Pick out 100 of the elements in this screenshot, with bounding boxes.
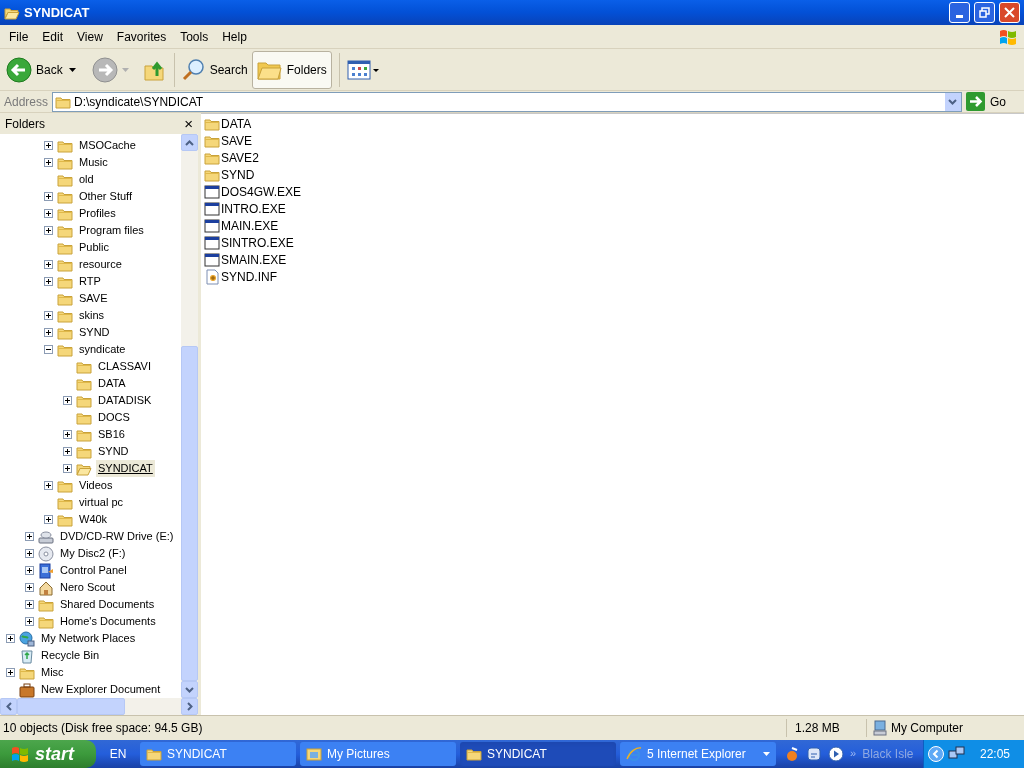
- close-button[interactable]: [999, 2, 1020, 23]
- expand-toggle[interactable]: [25, 532, 34, 541]
- expand-toggle[interactable]: [44, 260, 53, 269]
- file-name[interactable]: MAIN.EXE: [221, 216, 279, 235]
- tree-item[interactable]: syndicate: [77, 341, 128, 358]
- expand-toggle[interactable]: [44, 277, 53, 286]
- taskbar-button[interactable]: My Pictures: [300, 742, 456, 766]
- back-button[interactable]: Back: [6, 56, 65, 83]
- language-indicator[interactable]: EN: [96, 745, 140, 763]
- address-field[interactable]: D:\syndicate\SYNDICAT: [52, 91, 962, 112]
- tree-item[interactable]: Home's Documents: [58, 613, 158, 630]
- file-name[interactable]: SYND: [221, 165, 255, 184]
- menu-item[interactable]: File: [2, 27, 36, 46]
- tree-item[interactable]: DATADISK: [96, 392, 154, 409]
- tree-item[interactable]: RTP: [77, 273, 103, 290]
- views-button[interactable]: [346, 58, 379, 81]
- expand-toggle[interactable]: [63, 396, 72, 405]
- tree-item[interactable]: Control Panel: [58, 562, 129, 579]
- tree-item[interactable]: SYND: [96, 443, 131, 460]
- expand-toggle[interactable]: [63, 447, 72, 456]
- expand-toggle[interactable]: [44, 141, 53, 150]
- search-button[interactable]: Search: [181, 57, 248, 82]
- tree-item[interactable]: My Network Places: [39, 630, 138, 647]
- tree-item[interactable]: old: [77, 171, 96, 188]
- expand-toggle[interactable]: [44, 328, 53, 337]
- file-name[interactable]: INTRO.EXE: [221, 199, 286, 218]
- expand-toggle[interactable]: [25, 549, 34, 558]
- tree-item[interactable]: skins: [77, 307, 107, 324]
- tree-item[interactable]: Public: [77, 239, 111, 256]
- tree-item[interactable]: virtual pc: [77, 494, 126, 511]
- tree-item[interactable]: My Disc2 (F:): [58, 545, 128, 562]
- expand-toggle[interactable]: [44, 192, 53, 201]
- expand-toggle[interactable]: [63, 464, 72, 473]
- expand-toggle[interactable]: [63, 430, 72, 439]
- file-name[interactable]: SMAIN.EXE: [221, 250, 287, 269]
- tree-item[interactable]: W40k: [77, 511, 110, 528]
- chevron-left-icon[interactable]: [927, 746, 944, 762]
- file-name[interactable]: SAVE2: [221, 148, 259, 167]
- expand-toggle[interactable]: [44, 209, 53, 218]
- tree-item[interactable]: Other Stuff: [77, 188, 134, 205]
- tree-item[interactable]: Recycle Bin: [39, 647, 102, 664]
- expand-toggle[interactable]: [44, 226, 53, 235]
- tree-item[interactable]: SB16: [96, 426, 127, 443]
- file-name[interactable]: SINTRO.EXE: [221, 233, 294, 252]
- folders-button[interactable]: Folders: [251, 50, 332, 89]
- taskbar-button[interactable]: SYNDICAT: [140, 742, 296, 766]
- close-pane-button[interactable]: ×: [184, 116, 193, 131]
- tree-item[interactable]: New Explorer Document: [39, 681, 163, 698]
- media-player-icon[interactable]: [784, 746, 800, 762]
- horizontal-scrollbar[interactable]: [0, 698, 198, 715]
- minimize-button[interactable]: [949, 2, 970, 23]
- expand-toggle[interactable]: [44, 158, 53, 167]
- taskbar-button[interactable]: SYNDICAT: [460, 742, 616, 766]
- dropdown-arrow-icon[interactable]: [68, 67, 76, 72]
- address-dropdown-button[interactable]: [945, 92, 961, 111]
- tree-item[interactable]: Shared Documents: [58, 596, 157, 613]
- expand-toggle[interactable]: [44, 481, 53, 490]
- menu-item[interactable]: Edit: [35, 27, 71, 46]
- tree-item[interactable]: resource: [77, 256, 124, 273]
- play-icon[interactable]: [828, 746, 844, 762]
- file-name[interactable]: SYND.INF: [221, 267, 277, 286]
- menu-item[interactable]: Help: [215, 27, 254, 46]
- tree-item[interactable]: Profiles: [77, 205, 118, 222]
- forward-button[interactable]: [91, 56, 118, 83]
- tree-item[interactable]: Nero Scout: [58, 579, 118, 596]
- tree-item[interactable]: Misc: [39, 664, 66, 681]
- expand-toggle[interactable]: [25, 583, 34, 592]
- go-button[interactable]: Go: [966, 92, 1020, 111]
- file-name[interactable]: DATA: [221, 114, 252, 133]
- tree-item[interactable]: SYND: [77, 324, 112, 341]
- tree-item[interactable]: DVD/CD-RW Drive (E:): [58, 528, 176, 545]
- expand-toggle[interactable]: [6, 668, 15, 677]
- expand-toggle[interactable]: [25, 617, 34, 626]
- tree-item[interactable]: MSOCache: [77, 137, 138, 154]
- tree-item[interactable]: Program files: [77, 222, 146, 239]
- restore-button[interactable]: [974, 2, 995, 23]
- file-name[interactable]: DOS4GW.EXE: [221, 182, 302, 201]
- expand-toggle[interactable]: [6, 634, 15, 643]
- expand-toggle[interactable]: [25, 600, 34, 609]
- menu-item[interactable]: Tools: [173, 27, 216, 46]
- vertical-scrollbar[interactable]: [181, 134, 198, 698]
- tree-item[interactable]: DOCS: [96, 409, 132, 426]
- menu-item[interactable]: Favorites: [109, 27, 174, 46]
- menu-item[interactable]: View: [70, 27, 110, 46]
- notepad-icon[interactable]: [806, 746, 822, 762]
- tree-item[interactable]: SYNDICAT: [96, 460, 155, 477]
- tree-item[interactable]: Videos: [77, 477, 115, 494]
- taskbar-button[interactable]: 5 Internet Explorer: [620, 742, 776, 766]
- tree-item[interactable]: SAVE: [77, 290, 110, 307]
- network-computers-icon[interactable]: [947, 746, 966, 762]
- tree-item[interactable]: DATA: [96, 375, 128, 392]
- expand-toggle[interactable]: [44, 515, 53, 524]
- start-button[interactable]: start: [0, 740, 96, 768]
- file-name[interactable]: SAVE: [221, 131, 253, 150]
- collapse-toggle[interactable]: [44, 345, 53, 354]
- tree-item[interactable]: CLASSAVI: [96, 358, 153, 375]
- tree-item[interactable]: Music: [77, 154, 110, 171]
- expand-toggle[interactable]: [25, 566, 34, 575]
- briefcase-icon: [19, 681, 35, 698]
- expand-toggle[interactable]: [44, 311, 53, 320]
